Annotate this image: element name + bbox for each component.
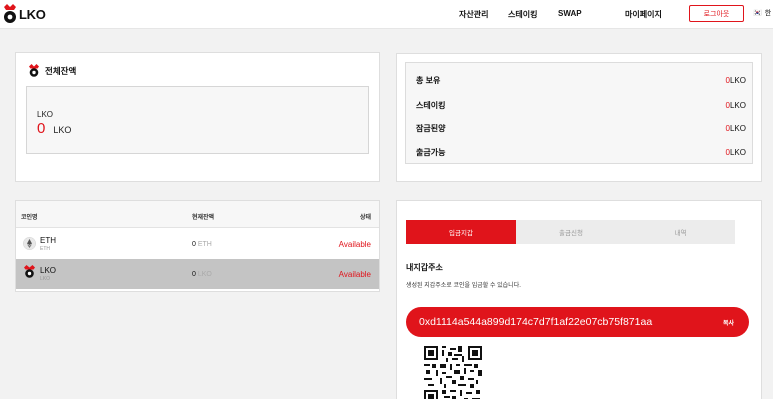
nav-swap[interactable]: SWAP	[558, 9, 582, 18]
wallet-address-description: 생성된 지갑주소로 코인을 입금할 수 있습니다.	[406, 283, 521, 289]
table-header: 코인명 현재잔액 상태	[16, 201, 379, 228]
column-header-status: 상태	[359, 215, 371, 221]
wallet-address-bar: 0xd1114a544a899d174c7d7f1af22e07cb75f871…	[406, 307, 749, 337]
balance-label: LKO	[37, 110, 54, 119]
coin-balance: 0 LKO	[192, 271, 212, 278]
wallet-address-title: 내지갑주소	[406, 263, 443, 272]
summary-label: 출금가능	[416, 147, 446, 157]
summary-value: 0LKO	[725, 100, 746, 110]
logout-button[interactable]: 로그아웃	[689, 5, 744, 22]
balance-summary-panel: 총 보유 0LKO 스테이킹 0LKO 잠금된양 0LKO 출금가능 0LKO	[396, 53, 762, 182]
coin-status: Available	[338, 240, 371, 249]
summary-label: 스테이킹	[416, 100, 446, 110]
coin-name: ETH	[40, 236, 56, 245]
summary-box: 총 보유 0LKO 스테이킹 0LKO 잠금된양 0LKO 출금가능 0LKO	[405, 62, 753, 164]
nav-asset-management[interactable]: 자산관리	[459, 9, 488, 20]
top-header: LKO 자산관리 스테이킹 SWAP 마이페이지 로그아웃 🇰🇷 한	[0, 0, 773, 29]
summary-row-locked: 잠금된양 0LKO	[416, 121, 746, 135]
balance-panel-title: 전체잔액	[28, 64, 76, 77]
language-selector[interactable]: 🇰🇷 한	[753, 8, 771, 18]
balance-unit: LKO	[53, 125, 72, 135]
nav-mypage[interactable]: 마이페이지	[625, 9, 662, 20]
lko-coin-icon	[29, 64, 39, 77]
tab-withdraw-request[interactable]: 출금신청	[516, 220, 626, 244]
coin-name: LKO	[40, 266, 57, 275]
deposit-panel: 입금지갑 출금신청 내역 내지갑주소 생성된 지갑주소로 코인을 입금할 수 있…	[396, 200, 762, 399]
copy-button[interactable]: 복사	[723, 318, 734, 327]
coin-status: Available	[338, 270, 371, 279]
lko-coin-icon	[24, 265, 35, 278]
summary-row-staking: 스테이킹 0LKO	[416, 98, 746, 112]
tab-deposit-wallet[interactable]: 입금지갑	[406, 220, 516, 244]
qr-code	[424, 346, 482, 399]
wallet-address[interactable]: 0xd1114a544a899d174c7d7f1af22e07cb75f871…	[419, 316, 652, 328]
column-header-coin: 코인명	[21, 215, 38, 221]
coin-symbol: ETH	[40, 246, 50, 252]
summary-value: 0LKO	[725, 147, 746, 157]
tab-history[interactable]: 내역	[626, 220, 735, 244]
coin-symbol: LKO	[40, 276, 51, 282]
coin-list-table: 코인명 현재잔액 상태 ETH ETH 0 ETH Available LKO …	[15, 200, 380, 292]
summary-row-withdrawable: 출금가능 0LKO	[416, 145, 746, 159]
balance-box: LKO 0 LKO	[26, 86, 369, 154]
korea-flag-icon: 🇰🇷	[753, 10, 762, 17]
balance-amount: 0	[37, 120, 46, 137]
table-row-eth[interactable]: ETH ETH 0 ETH Available	[16, 229, 379, 259]
language-label: 한	[764, 10, 772, 17]
column-header-balance: 현재잔액	[192, 215, 215, 221]
lko-logo-icon	[4, 4, 16, 23]
total-balance-panel: 전체잔액 LKO 0 LKO	[15, 52, 380, 182]
summary-row-total: 총 보유 0LKO	[416, 73, 746, 87]
balance-value: 0 LKO	[37, 120, 71, 137]
summary-value: 0LKO	[725, 123, 746, 133]
nav-staking[interactable]: 스테이킹	[508, 9, 537, 20]
coin-balance: 0 ETH	[192, 241, 212, 248]
summary-label: 총 보유	[416, 75, 441, 85]
ethereum-icon	[23, 237, 36, 250]
balance-title: 전체잔액	[45, 65, 77, 76]
summary-label: 잠금된양	[416, 123, 446, 133]
logo-text: LKO	[19, 6, 46, 22]
summary-value: 0LKO	[725, 75, 746, 85]
logo[interactable]: LKO	[2, 4, 46, 24]
table-row-lko[interactable]: LKO LKO 0 LKO Available	[16, 259, 379, 289]
wallet-tabs: 입금지갑 출금신청 내역	[406, 220, 735, 244]
